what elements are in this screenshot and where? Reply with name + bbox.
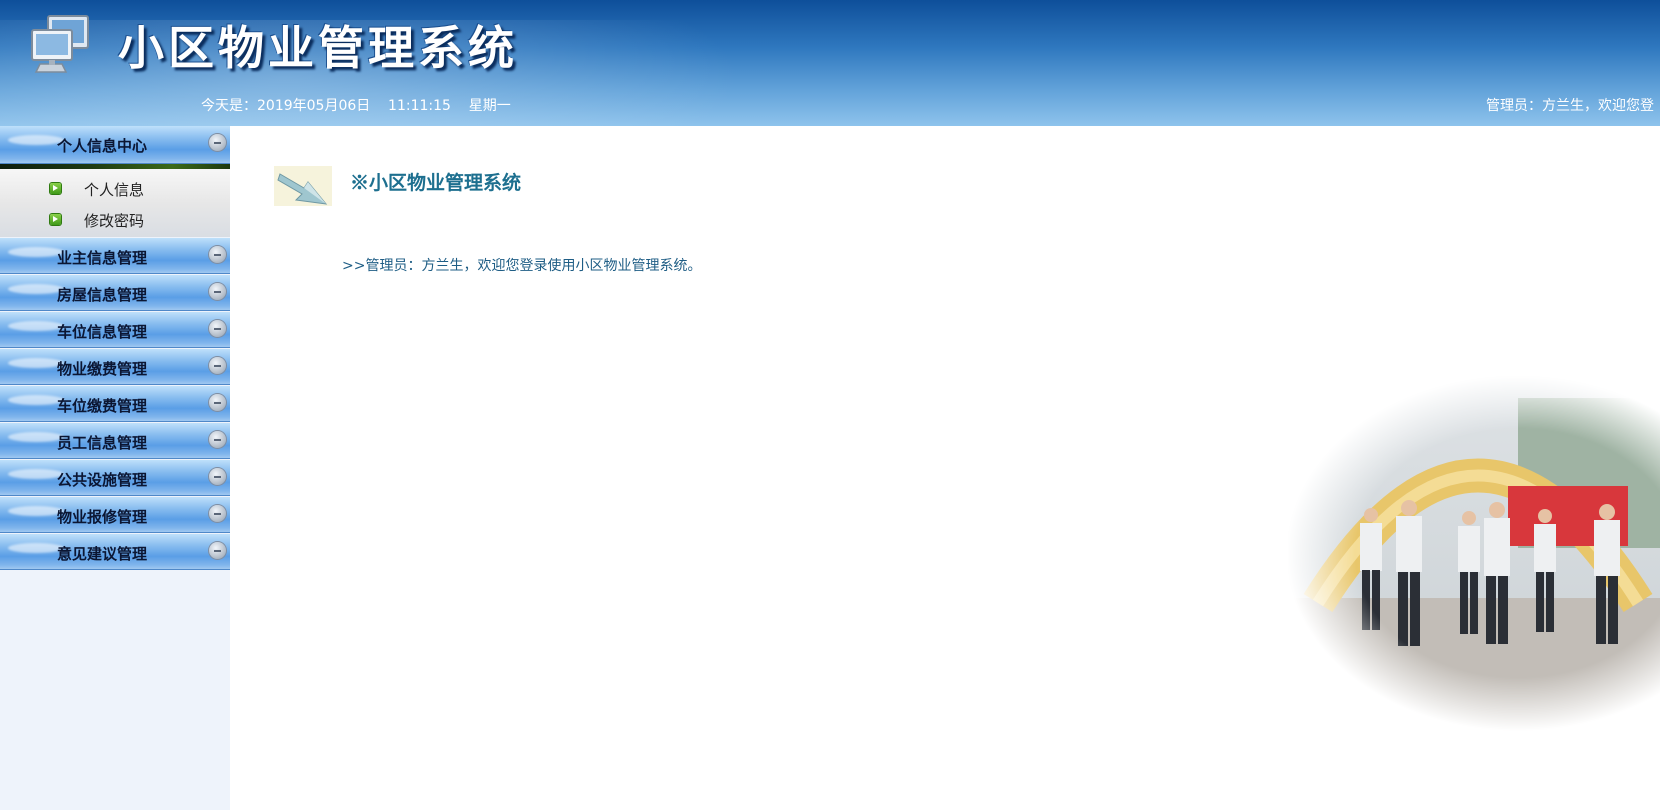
welcome-title: ※小区物业管理系统	[350, 172, 522, 194]
menu-label: 公共设施管理	[56, 471, 147, 489]
menu-label: 物业报修管理	[56, 508, 147, 526]
menu-house-info[interactable]: 房屋信息管理	[0, 275, 230, 311]
menu-property-fee[interactable]: 物业缴费管理	[0, 349, 230, 385]
sidebar-item-label[interactable]: 修改密码	[84, 210, 144, 231]
sidebar-item-change-password[interactable]: 修改密码	[0, 204, 230, 235]
menu-label: 业主信息管理	[56, 249, 147, 267]
sidebar-item-personal-info[interactable]: 个人信息	[0, 173, 230, 204]
menu-owner-info[interactable]: 业主信息管理	[0, 238, 230, 274]
collapse-icon[interactable]	[209, 320, 226, 337]
collapse-icon[interactable]	[209, 468, 226, 485]
system-title: 小区物业管理系统	[118, 21, 518, 75]
collapse-icon[interactable]	[209, 246, 226, 263]
green-arrow-icon	[50, 214, 61, 225]
admin-welcome-text: 管理员：方兰生，欢迎您登	[1486, 98, 1654, 114]
sidebar-menu: 个人信息中心 个人信息 修改密码 业主信息管理 房屋信息管理 车位信息管理 物业…	[0, 126, 230, 810]
collapse-icon[interactable]	[209, 542, 226, 559]
collapse-icon[interactable]	[209, 505, 226, 522]
menu-repair-requests[interactable]: 物业报修管理	[0, 497, 230, 533]
menu-label: 物业缴费管理	[56, 360, 147, 378]
menu-label: 车位缴费管理	[56, 397, 147, 415]
collapse-icon[interactable]	[209, 431, 226, 448]
menu-label: 车位信息管理	[56, 323, 147, 341]
menu-personal-center[interactable]: 个人信息中心	[0, 126, 230, 164]
menu-label: 意见建议管理	[56, 545, 147, 563]
green-arrow-icon	[50, 183, 61, 194]
menu-suggestions[interactable]: 意见建议管理	[0, 534, 230, 570]
arrow-icon	[274, 166, 332, 206]
menu-parking-fee[interactable]: 车位缴费管理	[0, 386, 230, 422]
collapse-icon[interactable]	[209, 394, 226, 411]
computer-monitors-icon	[31, 15, 89, 73]
menu-staff-info[interactable]: 员工信息管理	[0, 423, 230, 459]
staff-photo	[1288, 358, 1660, 748]
collapse-icon[interactable]	[209, 357, 226, 374]
current-date-time: 今天是：2019年05月06日 11:11:15 星期一	[201, 98, 511, 114]
menu-parking-info[interactable]: 车位信息管理	[0, 312, 230, 348]
collapse-icon[interactable]	[209, 283, 226, 300]
main-content: ※小区物业管理系统 >>管理员：方兰生，欢迎您登录使用小区物业管理系统。	[230, 126, 1660, 810]
personal-center-submenu: 个人信息 修改密码	[0, 169, 230, 237]
menu-public-facilities[interactable]: 公共设施管理	[0, 460, 230, 496]
collapse-icon[interactable]	[209, 134, 226, 151]
header-banner: 小区物业管理系统 今天是：2019年05月06日 11:11:15 星期一 管理…	[0, 0, 1660, 126]
menu-label: 个人信息中心	[56, 137, 147, 155]
welcome-message: >>管理员：方兰生，欢迎您登录使用小区物业管理系统。	[342, 258, 702, 274]
menu-label: 房屋信息管理	[56, 286, 147, 304]
sidebar-item-label[interactable]: 个人信息	[84, 179, 144, 200]
menu-label: 员工信息管理	[56, 434, 147, 452]
